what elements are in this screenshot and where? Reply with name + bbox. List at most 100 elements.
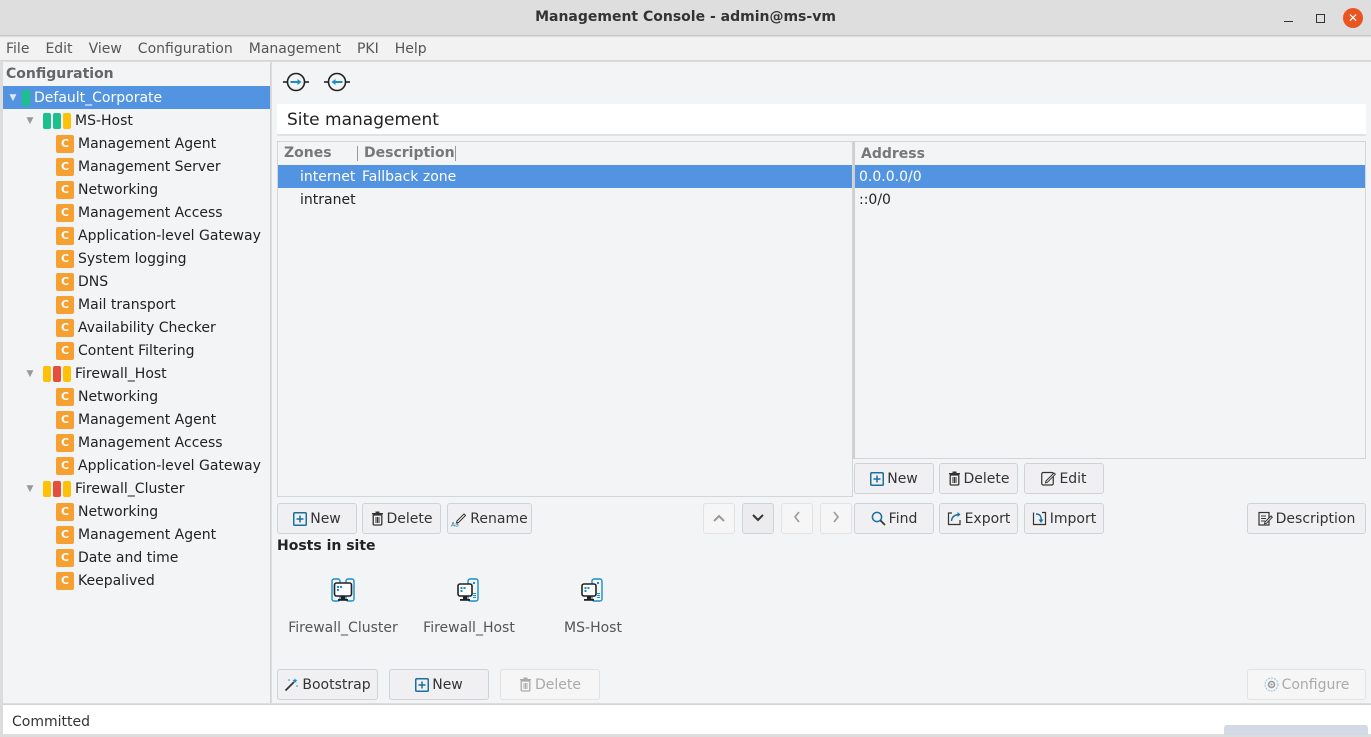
menu-view[interactable]: View: [89, 41, 122, 57]
address-edit-button[interactable]: Edit: [1024, 463, 1104, 494]
tree-node-config[interactable]: C Management Agent: [3, 132, 270, 155]
zones-table-header: Zones Description: [278, 142, 852, 165]
host-new-button[interactable]: New: [389, 669, 489, 700]
status-bar: [63, 112, 71, 129]
expand-arrow-icon[interactable]: ▼: [23, 367, 37, 381]
zone-row[interactable]: intranet: [278, 188, 852, 211]
close-button[interactable]: ✕: [1343, 8, 1363, 28]
export-button[interactable]: Export: [939, 503, 1018, 534]
host-icon: [399, 574, 539, 608]
tree-node-config[interactable]: C DNS: [3, 270, 270, 293]
menu-configuration[interactable]: Configuration: [138, 41, 233, 57]
host-item-firewall-cluster[interactable]: Firewall_Cluster: [273, 574, 413, 636]
tree-node-label: Management Agent: [78, 135, 217, 152]
column-header-address[interactable]: Address: [855, 146, 925, 162]
import-button[interactable]: Import: [1024, 503, 1104, 534]
zone-rename-label: Rename: [470, 510, 528, 527]
config-module-icon: C: [56, 318, 74, 337]
menu-help[interactable]: Help: [395, 41, 427, 57]
status-indicator-icon: [43, 365, 73, 382]
config-module-icon: C: [56, 525, 74, 544]
tree-node-config[interactable]: C Availability Checker: [3, 316, 270, 339]
status-bar: [53, 365, 61, 382]
connect-button[interactable]: [282, 70, 310, 94]
expand-arrow-icon[interactable]: ▼: [23, 114, 37, 128]
zone-rename-button[interactable]: Aa Rename: [447, 503, 532, 534]
tree-node-label: Application-level Gateway: [78, 457, 261, 474]
tree-node-config[interactable]: C Application-level Gateway: [3, 454, 270, 477]
tree-node-config[interactable]: C Management Access: [3, 431, 270, 454]
tree-node-host[interactable]: ▼ Firewall_Cluster: [3, 477, 270, 500]
menu-pki[interactable]: PKI: [357, 41, 379, 57]
tree-node-config[interactable]: C Management Agent: [3, 408, 270, 431]
move-left-button[interactable]: [781, 503, 813, 534]
tree-node-config[interactable]: C Management Access: [3, 201, 270, 224]
address-value: 0.0.0.0/0: [859, 168, 922, 185]
move-right-button[interactable]: [820, 503, 852, 534]
trash-icon: [519, 677, 532, 692]
config-module-icon: C: [56, 341, 74, 360]
tree-node-label: Keepalived: [78, 572, 155, 589]
zone-delete-button[interactable]: Delete: [362, 503, 441, 534]
column-header-zones[interactable]: Zones: [278, 146, 358, 161]
tree-node-config[interactable]: C Management Agent: [3, 523, 270, 546]
tree-node-config[interactable]: C Networking: [3, 500, 270, 523]
tree-node-config[interactable]: C Application-level Gateway: [3, 224, 270, 247]
menu-file[interactable]: File: [6, 41, 29, 57]
configure-button[interactable]: Configure: [1247, 669, 1366, 700]
maximize-button[interactable]: [1310, 8, 1330, 28]
expand-arrow-icon[interactable]: ▼: [6, 91, 20, 105]
host-delete-button[interactable]: Delete: [500, 669, 600, 700]
tree-node-config[interactable]: C Keepalived: [3, 569, 270, 592]
expand-arrow-icon[interactable]: ▼: [23, 482, 37, 496]
address-delete-button[interactable]: Delete: [939, 463, 1018, 494]
trash-icon: [371, 511, 384, 526]
address-row[interactable]: ::0/0: [855, 188, 1365, 211]
address-new-button[interactable]: New: [854, 463, 934, 494]
tree-node-root[interactable]: ▼ Default_Corporate: [3, 86, 270, 109]
bootstrap-button[interactable]: Bootstrap: [277, 669, 378, 700]
tree-node-config[interactable]: C Date and time: [3, 546, 270, 569]
move-down-button[interactable]: [742, 503, 774, 534]
tree-node-config[interactable]: C Management Server: [3, 155, 270, 178]
tree-node-host[interactable]: ▼ Firewall_Host: [3, 362, 270, 385]
zone-new-button[interactable]: New: [277, 503, 357, 534]
host-item-firewall-host[interactable]: Firewall_Host: [399, 574, 539, 636]
edit-icon: [1041, 471, 1057, 486]
tree-header: Configuration: [6, 66, 114, 82]
config-module-icon: C: [56, 203, 74, 222]
chevron-down-icon: [751, 511, 765, 527]
tree-node-config[interactable]: C Networking: [3, 385, 270, 408]
menu-bar: File Edit View Configuration Management …: [0, 37, 1371, 61]
tree-node-config[interactable]: C Networking: [3, 178, 270, 201]
find-label: Find: [888, 510, 918, 527]
horizontal-scrollbar[interactable]: [1224, 725, 1368, 735]
description-button[interactable]: Description: [1247, 503, 1366, 534]
tree-node-label: Mail transport: [78, 296, 176, 313]
tree-node-label: Availability Checker: [78, 319, 216, 336]
minimize-button[interactable]: [1278, 8, 1298, 28]
menu-edit[interactable]: Edit: [45, 41, 72, 57]
tree-node-config[interactable]: C Content Filtering: [3, 339, 270, 362]
chevron-right-icon: [831, 510, 841, 528]
tree-node-host[interactable]: ▼ MS-Host: [3, 109, 270, 132]
column-header-description[interactable]: Description: [358, 146, 456, 161]
status-indicator-icon: [43, 480, 73, 497]
host-item-ms-host[interactable]: MS-Host: [523, 574, 663, 636]
export-label: Export: [964, 510, 1011, 527]
menu-management[interactable]: Management: [249, 41, 341, 57]
window-title: Management Console - admin@ms-vm: [535, 9, 836, 25]
host-label: MS-Host: [564, 620, 622, 636]
tree-node-label: Content Filtering: [78, 342, 195, 359]
zone-row[interactable]: internet Fallback zone: [278, 165, 852, 188]
disconnect-button[interactable]: [323, 70, 351, 94]
maximize-icon: [1315, 13, 1325, 23]
tree-node-config[interactable]: C System logging: [3, 247, 270, 270]
tree-node-label: DNS: [78, 273, 109, 290]
address-row[interactable]: 0.0.0.0/0: [855, 165, 1365, 188]
move-up-button[interactable]: [703, 503, 735, 534]
tree-node-label: Networking: [78, 181, 159, 198]
tree-node-config[interactable]: C Mail transport: [3, 293, 270, 316]
find-button[interactable]: Find: [854, 503, 934, 534]
chevron-up-icon: [712, 511, 726, 527]
